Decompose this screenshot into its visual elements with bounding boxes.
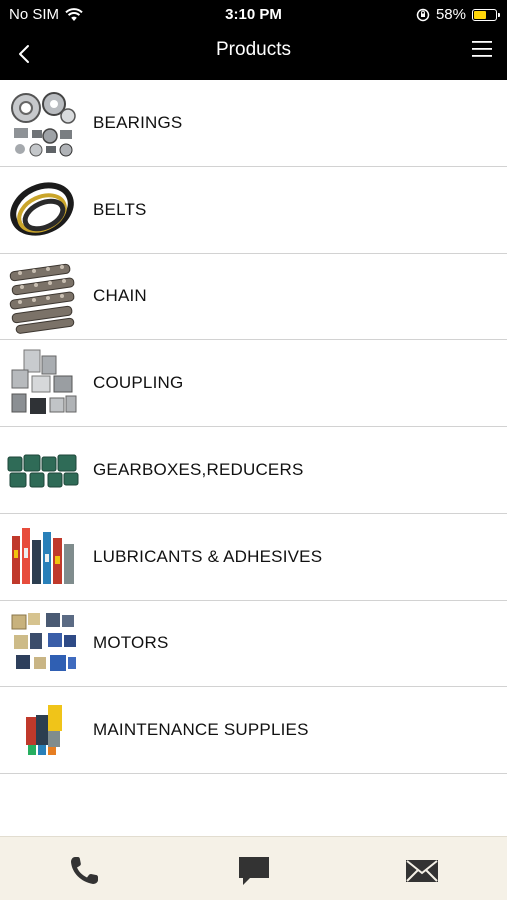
phone-icon bbox=[71, 857, 98, 884]
battery-icon bbox=[472, 8, 500, 21]
mail-icon bbox=[406, 860, 438, 882]
maintenance-supplies-thumbnail bbox=[26, 705, 62, 756]
list-item[interactable]: MAINTENANCE SUPPLIES bbox=[0, 687, 507, 774]
product-label: CHAIN bbox=[93, 286, 147, 306]
battery-percent: 58% bbox=[435, 6, 466, 23]
list-item[interactable]: LUBRICANTS & ADHESIVES bbox=[0, 514, 507, 601]
status-bar: No SIM 3:10 PM 58% bbox=[0, 0, 507, 30]
chat-icon bbox=[239, 857, 269, 885]
battery-level bbox=[474, 10, 487, 19]
list-item[interactable]: MOTORS bbox=[0, 601, 507, 688]
navigation-bar: Products bbox=[0, 30, 507, 80]
page-title: Products bbox=[216, 39, 291, 60]
product-label: COUPLING bbox=[93, 373, 184, 393]
product-label: LUBRICANTS & ADHESIVES bbox=[93, 546, 323, 566]
orientation-lock-icon bbox=[416, 8, 430, 21]
gearboxes-thumbnail bbox=[7, 454, 79, 488]
product-list: BEARINGS BELTS CHAIN COUPLING GEARBOXES,… bbox=[0, 80, 507, 774]
product-label: MAINTENANCE SUPPLIES bbox=[93, 720, 309, 740]
call-button[interactable] bbox=[64, 853, 104, 889]
motors-thumbnail bbox=[11, 612, 76, 671]
product-label: GEARBOXES,REDUCERS bbox=[93, 459, 304, 479]
coupling-thumbnail bbox=[11, 349, 77, 415]
bottom-toolbar bbox=[0, 836, 507, 900]
bearings-thumbnail bbox=[11, 92, 76, 157]
status-right: 58% bbox=[416, 6, 500, 23]
list-item[interactable]: GEARBOXES,REDUCERS bbox=[0, 427, 507, 514]
chain-thumbnail bbox=[9, 263, 75, 334]
hamburger-menu-icon[interactable] bbox=[471, 39, 493, 59]
list-item[interactable]: BEARINGS bbox=[0, 80, 507, 167]
product-label: BEARINGS bbox=[93, 112, 183, 132]
lubricants-thumbnail bbox=[12, 527, 74, 584]
list-item[interactable]: BELTS bbox=[0, 167, 507, 254]
product-label: MOTORS bbox=[93, 633, 169, 653]
list-item[interactable]: COUPLING bbox=[0, 340, 507, 427]
chat-button[interactable] bbox=[234, 853, 274, 889]
belts-thumbnail bbox=[10, 182, 74, 236]
product-label: BELTS bbox=[93, 199, 147, 219]
mail-button[interactable] bbox=[402, 853, 442, 889]
list-item[interactable]: CHAIN bbox=[0, 254, 507, 341]
